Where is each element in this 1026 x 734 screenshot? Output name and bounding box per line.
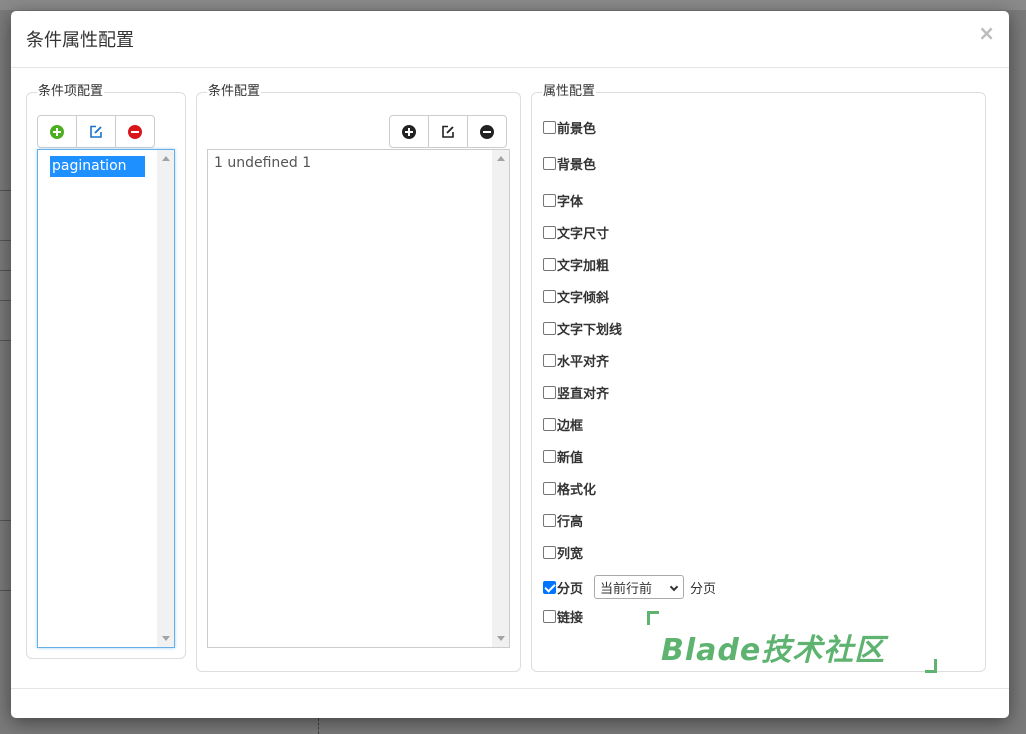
minus-circle-icon [128, 124, 142, 139]
attr-font-size[interactable]: 文字尺寸 [543, 223, 610, 242]
pagination-suffix: 分页 [690, 581, 717, 597]
attr-new-value[interactable]: 新值 [543, 447, 584, 466]
dialog-title: 条件属性配置 [26, 30, 134, 51]
checkbox[interactable] [543, 156, 556, 170]
minus-circle-icon [480, 124, 494, 139]
edit-condition-button[interactable] [428, 115, 468, 148]
scrollbar[interactable] [157, 150, 174, 647]
condition-item-toolbar [37, 115, 155, 148]
condition-item-list[interactable]: pagination [37, 149, 175, 648]
close-icon[interactable]: × [978, 23, 995, 43]
attr-label: 水平对齐 [557, 354, 610, 370]
attr-label: 竖直对齐 [557, 386, 610, 402]
dialog-header: 条件属性配置 × [11, 11, 1009, 68]
checkbox[interactable] [543, 289, 556, 303]
condition-item-panel: 条件项配置 pagination [26, 84, 186, 659]
checkbox[interactable] [543, 193, 556, 207]
attr-row-height[interactable]: 行高 [543, 511, 584, 530]
watermark: Blade技术社区 [647, 611, 937, 673]
checkbox[interactable] [543, 257, 556, 271]
plus-circle-icon [402, 124, 416, 139]
checkbox[interactable] [543, 580, 556, 594]
edit-condition-item-button[interactable] [76, 115, 116, 148]
attr-label: 链接 [557, 610, 584, 626]
attr-label: 新值 [557, 450, 584, 466]
checkbox[interactable] [543, 225, 556, 239]
checkbox[interactable] [543, 417, 556, 431]
checkbox[interactable] [543, 120, 556, 134]
attr-underline[interactable]: 文字下划线 [543, 319, 623, 338]
remove-condition-button[interactable] [467, 115, 507, 148]
scroll-up-icon[interactable] [162, 156, 170, 161]
edit-icon [442, 125, 454, 138]
list-item[interactable]: pagination [50, 156, 145, 177]
plus-circle-icon [50, 124, 64, 139]
checkbox[interactable] [543, 449, 556, 463]
checkbox[interactable] [543, 609, 556, 623]
background-divider [318, 718, 319, 734]
condition-item-legend: 条件项配置 [37, 84, 105, 100]
scroll-down-icon[interactable] [497, 636, 505, 641]
attr-format[interactable]: 格式化 [543, 479, 597, 498]
attr-column-width[interactable]: 列宽 [543, 543, 584, 562]
edit-icon [90, 125, 102, 138]
attr-background-color[interactable]: 背景色 [543, 154, 597, 173]
attr-horizontal-align[interactable]: 水平对齐 [543, 351, 610, 370]
attr-label: 字体 [557, 194, 584, 210]
select-value: 当前行前 [600, 581, 653, 597]
attr-label: 文字下划线 [557, 322, 623, 338]
attr-font[interactable]: 字体 [543, 191, 584, 210]
watermark-corner [647, 611, 659, 625]
remove-condition-item-button[interactable] [115, 115, 155, 148]
attr-border[interactable]: 边框 [543, 415, 584, 434]
background-toolbar [0, 0, 1026, 10]
attr-label: 列宽 [557, 546, 584, 562]
checkbox[interactable] [543, 545, 556, 559]
checkbox[interactable] [543, 481, 556, 495]
dialog-footer [11, 688, 1009, 718]
attr-label: 格式化 [557, 482, 597, 498]
checkbox[interactable] [543, 513, 556, 527]
watermark-corner [925, 659, 937, 673]
condition-list[interactable]: 1 undefined 1 [207, 149, 510, 648]
scroll-down-icon[interactable] [162, 636, 170, 641]
attr-pagination: 分页 当前行前 分页 [543, 575, 716, 599]
list-item[interactable]: 1 undefined 1 [212, 153, 313, 174]
chevron-down-icon [669, 582, 679, 592]
checkbox[interactable] [543, 321, 556, 335]
attr-bold[interactable]: 文字加粗 [543, 255, 610, 274]
condition-toolbar [389, 115, 507, 148]
condition-panel: 条件配置 1 undefined 1 [196, 84, 521, 672]
attr-label: 背景色 [557, 157, 597, 173]
attribute-panel: 属性配置 前景色 背景色 字体 文字尺寸 文字加粗 文字倾斜 文字下划线 水平对… [531, 84, 986, 672]
attr-vertical-align[interactable]: 竖直对齐 [543, 383, 610, 402]
scroll-up-icon[interactable] [497, 156, 505, 161]
attr-label: 文字尺寸 [557, 226, 610, 242]
attr-foreground-color[interactable]: 前景色 [543, 118, 597, 137]
attribute-legend: 属性配置 [542, 84, 597, 100]
add-condition-button[interactable] [389, 115, 429, 148]
condition-legend: 条件配置 [207, 84, 262, 100]
attr-label: 前景色 [557, 121, 597, 137]
attr-link[interactable]: 链接 [543, 607, 584, 626]
checkbox[interactable] [543, 353, 556, 367]
add-condition-item-button[interactable] [37, 115, 77, 148]
checkbox[interactable] [543, 385, 556, 399]
scrollbar[interactable] [492, 150, 509, 647]
attr-label: 边框 [557, 418, 584, 434]
attr-label: 分页 [557, 581, 584, 597]
attr-label: 文字加粗 [557, 258, 610, 274]
watermark-text: Blade技术社区 [661, 633, 886, 668]
attr-italic[interactable]: 文字倾斜 [543, 287, 610, 306]
pagination-position-select[interactable]: 当前行前 [594, 575, 685, 599]
attr-label: 行高 [557, 514, 584, 530]
attr-label: 文字倾斜 [557, 290, 610, 306]
